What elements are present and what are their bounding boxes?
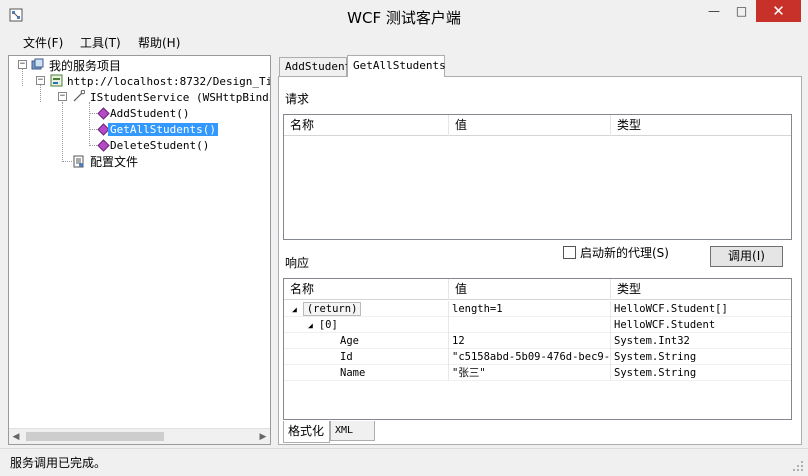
row-value: length=1	[449, 301, 611, 317]
row-type: System.Int32	[614, 335, 690, 347]
operation-icon	[97, 107, 110, 120]
col-type[interactable]: 类型	[611, 279, 791, 300]
row-name: Id	[284, 349, 449, 365]
endpoint-icon	[50, 74, 63, 87]
contract-icon	[73, 90, 85, 102]
tree-op-add[interactable]: AddStudent()	[110, 106, 189, 122]
collapse-toggle[interactable]: −	[58, 92, 67, 101]
tab-getallstudents[interactable]: GetAllStudents	[347, 55, 446, 77]
row-value	[449, 317, 611, 333]
tree-line	[22, 68, 23, 86]
resize-grip-icon[interactable]	[792, 460, 804, 472]
invoke-button[interactable]: 调用(I)	[710, 246, 783, 267]
row-value: "张三"	[449, 365, 611, 381]
tree-hscrollbar[interactable]: ◀ ▶	[9, 428, 270, 444]
row-name: [0]	[318, 319, 338, 331]
response-row[interactable]: ◢ [0] HelloWCF.Student	[284, 317, 791, 333]
row-name: (return)	[302, 302, 362, 316]
tree-contract[interactable]: IStudentService (WSHttpBinding	[90, 90, 270, 106]
request-label: 请求	[285, 92, 310, 106]
tree-root[interactable]: 我的服务项目	[49, 58, 121, 74]
menu-bar: 文件(F) 工具(T) 帮助(H)	[0, 31, 808, 53]
new-proxy-checkbox[interactable]	[563, 246, 576, 259]
row-name: Name	[284, 365, 449, 381]
response-row[interactable]: ◢ (return) length=1 HelloWCF.Student[]	[284, 301, 791, 317]
row-type: HelloWCF.Student[]	[614, 303, 728, 315]
response-row[interactable]: Age 12 System.Int32	[284, 333, 791, 349]
row-type: HelloWCF.Student	[614, 319, 716, 331]
request-grid[interactable]: 名称 值 类型	[283, 114, 792, 240]
menu-help[interactable]: 帮助(H)	[138, 34, 180, 51]
tree-line	[62, 161, 72, 162]
response-row[interactable]: Name "张三" System.String	[284, 365, 791, 381]
row-value: 12	[449, 333, 611, 349]
response-row[interactable]: Id "c5158abd-5b09-476d-bec9-9b System.St…	[284, 349, 791, 365]
row-type: System.String	[614, 351, 697, 363]
scroll-left-icon[interactable]: ◀	[11, 432, 21, 442]
selected-op-label: GetAllStudents()	[108, 123, 218, 136]
row-type: System.String	[614, 367, 697, 379]
tree-line	[40, 84, 41, 102]
tab-addstudent[interactable]: AddStudent	[279, 57, 351, 77]
minimize-button[interactable]: —	[700, 0, 728, 22]
tree-line	[62, 102, 63, 160]
expand-icon[interactable]: ◢	[292, 305, 297, 314]
scroll-right-icon[interactable]: ▶	[258, 432, 268, 442]
tab-formatted[interactable]: 格式化	[283, 421, 330, 443]
col-type[interactable]: 类型	[611, 115, 791, 136]
tree-op-getall[interactable]: GetAllStudents()	[108, 122, 218, 138]
window-title: WCF 测试客户端	[347, 9, 461, 27]
row-name-cell: ◢ (return)	[284, 301, 449, 317]
tree-op-delete[interactable]: DeleteStudent()	[110, 138, 209, 154]
status-text: 服务调用已完成。	[10, 456, 107, 470]
col-value[interactable]: 值	[449, 279, 611, 300]
services-folder-icon	[31, 58, 44, 70]
pane-splitter[interactable]	[271, 55, 277, 445]
scroll-thumb[interactable]	[26, 432, 164, 441]
row-name: Age	[284, 333, 449, 349]
response-grid-header: 名称 值 类型	[284, 279, 791, 300]
tree-line	[89, 102, 90, 146]
col-name[interactable]: 名称	[284, 279, 449, 300]
collapse-toggle[interactable]: −	[18, 60, 27, 69]
operation-tabs: AddStudent GetAllStudents	[278, 55, 808, 77]
response-grid[interactable]: 名称 值 类型 ◢ (return) length=1 HelloWCF.Stud…	[283, 278, 792, 420]
menu-tools[interactable]: 工具(T)	[80, 34, 121, 51]
new-proxy-label[interactable]: 启动新的代理(S)	[580, 244, 669, 261]
tree-endpoint[interactable]: http://localhost:8732/Design_Time	[67, 74, 270, 90]
status-bar: 服务调用已完成。	[0, 448, 808, 476]
operation-icon	[97, 139, 110, 152]
col-name[interactable]: 名称	[284, 115, 449, 136]
menu-file[interactable]: 文件(F)	[23, 34, 63, 51]
tree-config[interactable]: 配置文件	[90, 154, 138, 170]
maximize-button[interactable]: □	[728, 0, 755, 22]
row-name-cell: ◢ [0]	[284, 317, 449, 333]
service-tree[interactable]: − 我的服务项目 − http://localhost:8732/Design_…	[8, 55, 271, 445]
col-value[interactable]: 值	[449, 115, 611, 136]
config-file-icon	[73, 155, 84, 168]
expand-icon[interactable]: ◢	[308, 321, 313, 330]
response-label: 响应	[285, 256, 310, 270]
collapse-toggle[interactable]: −	[36, 76, 45, 85]
request-grid-header: 名称 值 类型	[284, 115, 791, 136]
tab-xml[interactable]: XML	[330, 421, 375, 441]
row-value: "c5158abd-5b09-476d-bec9-9b	[449, 349, 611, 365]
title-bar: WCF 测试客户端 — □ ✕	[0, 0, 808, 31]
close-button[interactable]: ✕	[756, 0, 801, 22]
